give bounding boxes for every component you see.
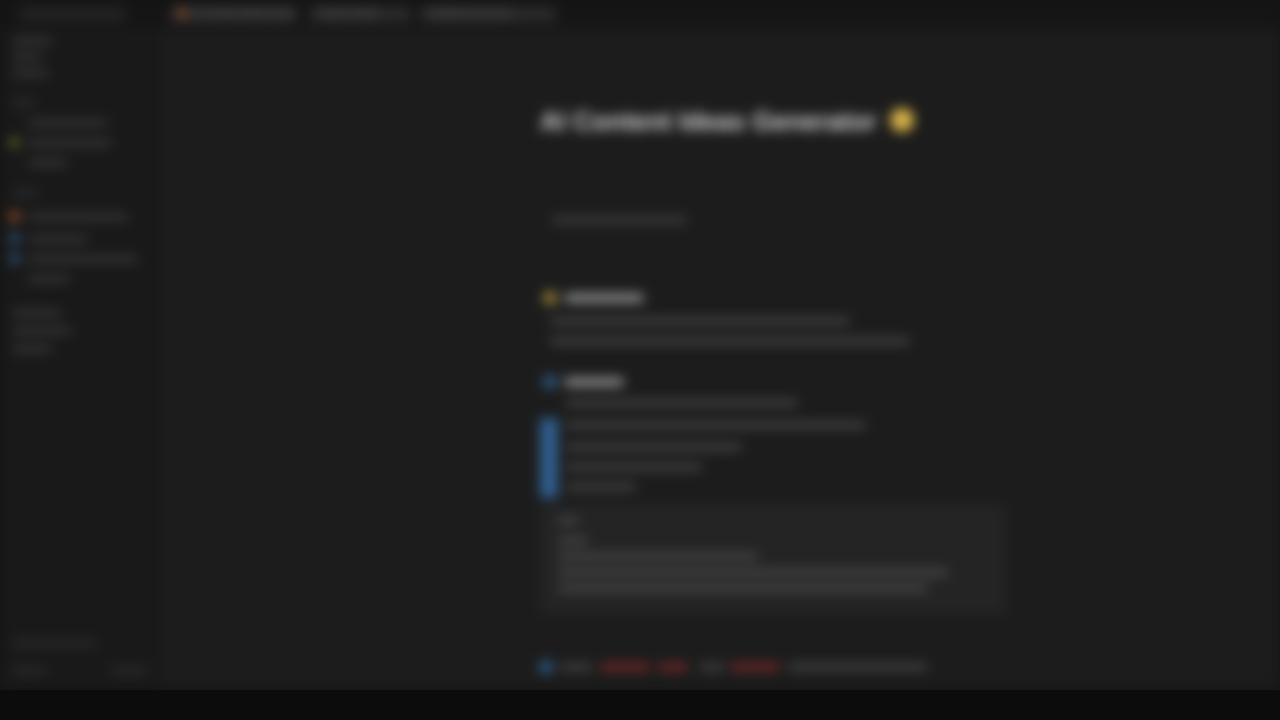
page-title: AI Content Ideas Generator [540,106,877,136]
callout-bar [540,418,558,498]
code-line [558,538,588,543]
code-block[interactable] [540,504,1006,614]
tab-label: AI Content Ideas Generator [192,8,296,19]
sidebar-section-label [12,100,36,106]
sidebar [0,28,162,690]
sidebar-item[interactable] [12,328,72,334]
section-heading [564,294,644,302]
sidebar-item[interactable] [12,70,48,76]
tag[interactable] [730,664,780,670]
sidebar-section-label [12,190,38,196]
text-fragment [560,664,592,670]
section-heading [564,378,624,386]
workspace-label[interactable] [20,6,126,22]
code-line [558,586,928,591]
info-icon [540,661,552,673]
list-item-line [566,464,702,470]
tab-untitled[interactable]: Untitled Document [420,6,556,22]
sidebar-item[interactable] [28,236,88,242]
list-item-line [566,444,742,450]
status-bar [0,690,1280,720]
sidebar-item-active[interactable] [28,214,128,220]
sidebar-item[interactable] [12,38,52,44]
sidebar-item[interactable] [28,160,68,166]
tab-label: Untitled Document [428,8,511,19]
code-line [558,518,578,523]
screen: AI Content Ideas Generator Project Notes… [0,0,1280,720]
sidebar-footer-item[interactable] [12,640,96,646]
lightbulb-icon [890,108,914,132]
list-item-line [566,484,636,490]
tag[interactable] [600,664,650,670]
list-item-line [566,400,798,406]
info-icon [544,376,556,388]
sidebar-item[interactable] [28,120,108,126]
paragraph-line [550,318,850,324]
main-content: AI Content Ideas Generator [162,28,1280,690]
app-window: AI Content Ideas Generator Project Notes… [0,0,1280,690]
paragraph-line [550,338,910,344]
tag[interactable] [658,664,688,670]
sidebar-item[interactable] [12,310,62,316]
sidebar-item[interactable] [28,276,70,282]
code-line [558,554,758,559]
page-icon [10,254,19,263]
text-fragment [788,664,928,670]
tab-bar: AI Content Ideas Generator Project Notes… [0,0,1280,28]
page-icon [10,138,19,147]
inline-tags-row [540,660,960,674]
list-item-line [566,422,866,428]
page-property[interactable] [552,216,687,224]
sidebar-item[interactable] [12,346,52,352]
tab-label: Project Notes [318,8,379,19]
page-icon [10,212,19,221]
sidebar-item[interactable] [12,54,42,60]
star-icon [544,292,556,304]
text-fragment [700,664,724,670]
sidebar-footer-item[interactable] [12,668,46,674]
sidebar-item[interactable] [28,256,138,262]
page-icon [10,234,19,243]
tab-ai-content[interactable]: AI Content Ideas Generator [170,6,296,22]
sidebar-footer-item[interactable] [110,668,148,674]
page-icon [178,9,186,18]
sidebar-item[interactable] [28,140,112,146]
code-line [558,570,948,575]
tab-project-notes[interactable]: Project Notes [310,6,411,22]
